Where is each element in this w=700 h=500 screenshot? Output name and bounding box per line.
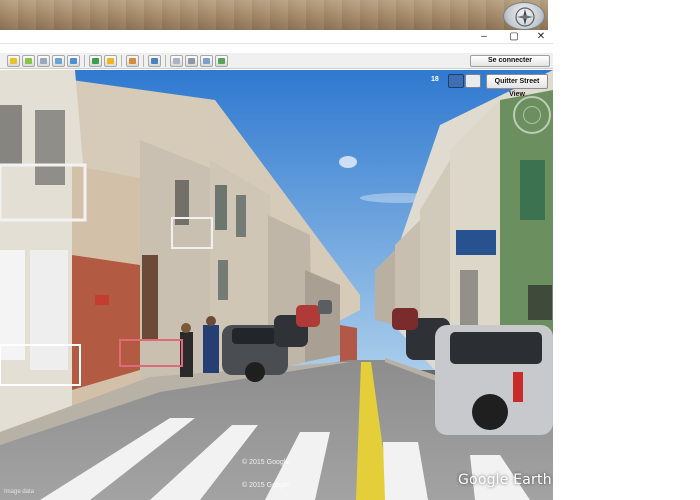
pegman-icon[interactable] — [448, 74, 464, 88]
maximize-button[interactable]: ▢ — [506, 30, 522, 44]
title-bar: – ▢ ✕ — [0, 30, 553, 44]
navigation-compass-icon[interactable] — [503, 2, 545, 30]
desktop-background — [0, 0, 548, 30]
ruler-icon[interactable] — [148, 55, 161, 67]
polygon-icon[interactable] — [22, 55, 35, 67]
toolbar-separator — [121, 55, 122, 67]
copyright-text: © 2015 Google — [242, 482, 290, 489]
historical-imagery-icon[interactable] — [89, 55, 102, 67]
toolbar-separator — [84, 55, 85, 67]
street-view-controls: 18 Quitter Street View — [431, 73, 550, 98]
image-data-footer: Image data — [4, 489, 35, 495]
globe-icon[interactable] — [465, 74, 481, 88]
sign-in-button[interactable]: Se connecter — [470, 55, 550, 67]
toolbar-separator — [165, 55, 166, 67]
google-earth-window: – ▢ ✕ Se connecter 18 Quitter Street Vie… — [0, 0, 700, 500]
street-view-panorama[interactable]: 18 Quitter Street View © 2015 Google © 2… — [0, 70, 553, 500]
sun-icon[interactable] — [104, 55, 117, 67]
email-icon[interactable] — [170, 55, 183, 67]
toolbar-separator — [143, 55, 144, 67]
street-scene-image — [0, 70, 553, 500]
toolbar: Se connecter — [0, 53, 553, 69]
push-pin-icon[interactable] — [7, 55, 20, 67]
image-overlay-icon[interactable] — [52, 55, 65, 67]
look-around-control[interactable] — [513, 96, 551, 134]
planets-icon[interactable] — [126, 55, 139, 67]
google-maps-icon[interactable] — [215, 55, 228, 67]
exit-street-view-button[interactable]: Quitter Street View — [486, 74, 548, 98]
save-image-icon[interactable] — [200, 55, 213, 67]
google-earth-logo: Google Earth — [458, 472, 552, 488]
look-around-center-icon[interactable] — [523, 106, 541, 124]
path-icon[interactable] — [37, 55, 50, 67]
close-button[interactable]: ✕ — [533, 30, 549, 44]
tour-icon[interactable] — [67, 55, 80, 67]
zoom-level: 18 — [431, 76, 439, 83]
print-icon[interactable] — [185, 55, 198, 67]
minimize-button[interactable]: – — [476, 30, 492, 44]
copyright-text: © 2015 Google — [242, 459, 290, 466]
